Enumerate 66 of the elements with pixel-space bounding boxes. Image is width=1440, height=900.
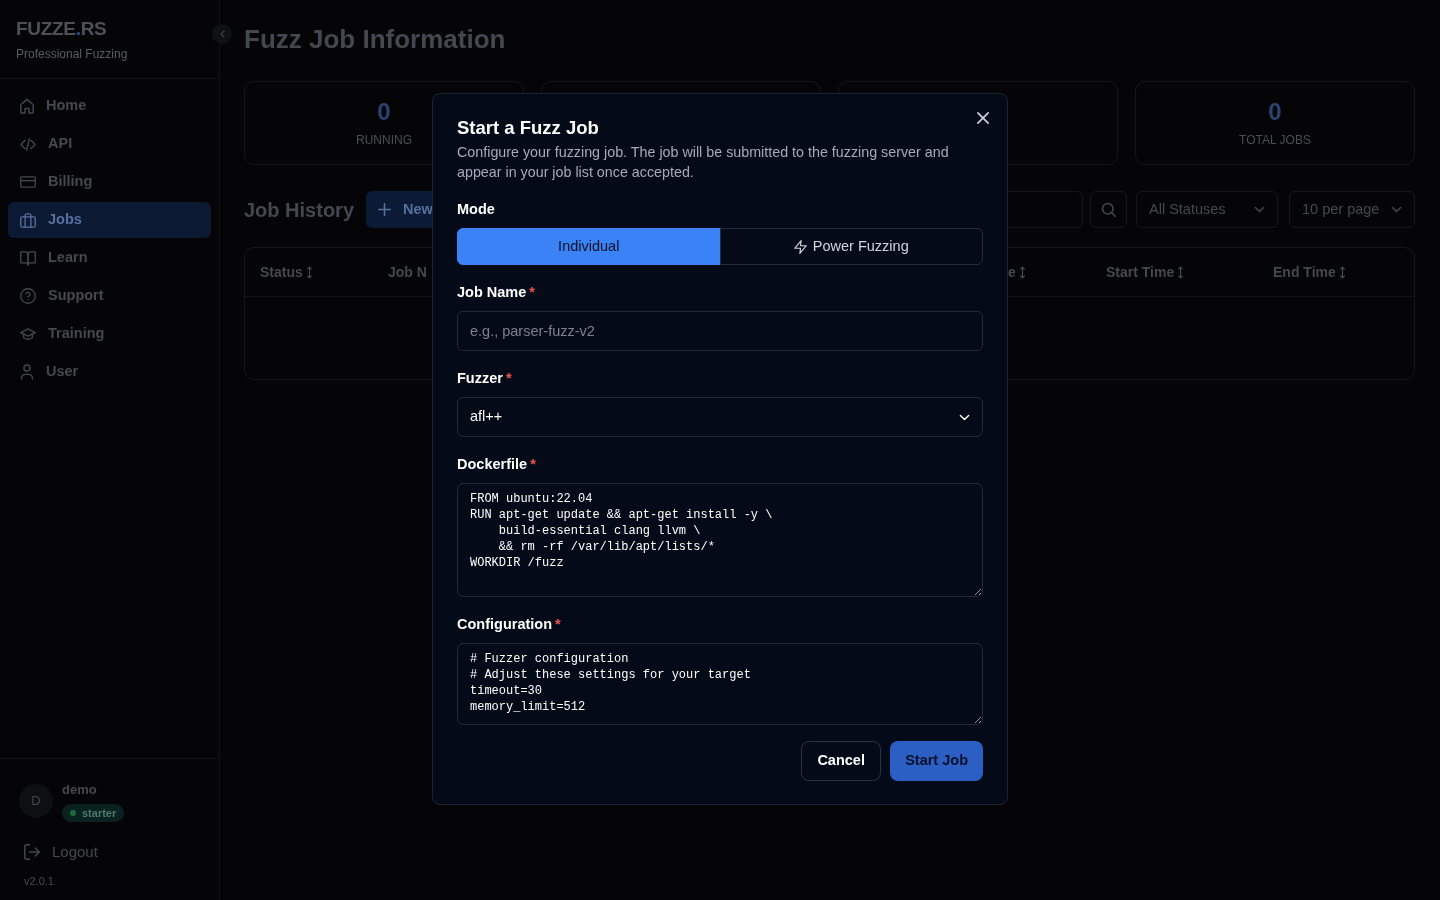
column-header[interactable]: Status: [260, 261, 313, 283]
stat-value: 0: [377, 98, 391, 126]
code-textarea[interactable]: FROM ubuntu:22.04 RUN apt-get update && apt-get install -y \ build-essential clang llvm \ && rm -rf /var/lib/apt/lists/* WORKDIR /fuzz: [457, 483, 983, 597]
nav-item[interactable]: API: [8, 126, 211, 162]
code-textarea[interactable]: # Fuzzer configuration # Adjust these settings for your target timeout=30 memory_limit=512: [457, 643, 983, 725]
user-icon: [20, 364, 34, 380]
field-label: Job Name *: [457, 283, 535, 302]
status-dot-icon: [70, 810, 76, 816]
page-title: Fuzz Job Information: [244, 23, 506, 56]
select-field[interactable]: afl++: [457, 397, 983, 437]
user-name: demo: [62, 782, 97, 798]
nav-item[interactable]: Support: [8, 278, 211, 314]
column-header[interactable]: Job N: [388, 261, 427, 283]
nav-item[interactable]: Training: [8, 316, 211, 352]
collapse-sidebar-button[interactable]: [212, 24, 232, 44]
chevron-left-icon: [219, 30, 225, 38]
book-icon: [20, 250, 36, 266]
column-header[interactable]: Start Time: [1106, 261, 1185, 283]
field-label: Configuration *: [457, 615, 561, 634]
page-size-select[interactable]: 10 per page: [1289, 191, 1415, 228]
cancel-button[interactable]: Cancel: [801, 741, 882, 781]
dialog-title: Start a Fuzz Job: [457, 117, 600, 139]
mode-option[interactable]: Individual: [457, 228, 721, 265]
field-label: Dockerfile *: [457, 455, 536, 474]
stat-value: 0: [1268, 98, 1282, 126]
chevron-down-icon: [1391, 206, 1402, 213]
sort-icon: [1018, 265, 1026, 279]
nav-item[interactable]: Learn: [8, 240, 211, 276]
nav-item[interactable]: Jobs: [8, 202, 211, 238]
logout-link[interactable]: Logout: [24, 841, 98, 863]
close-button[interactable]: [977, 112, 989, 124]
version-label: v2.0.1: [24, 874, 54, 889]
chevron-down-icon: [1254, 206, 1265, 213]
logout-icon: [24, 844, 40, 860]
brand-logo: FUZZE.RS: [16, 18, 107, 40]
house-icon: [20, 98, 34, 114]
sort-icon: [305, 265, 313, 279]
nav-item[interactable]: Home: [8, 88, 211, 124]
chevron-down-icon: [959, 413, 970, 421]
column-header[interactable]: End Time: [1273, 261, 1346, 283]
search-icon: [1101, 202, 1116, 217]
column-header[interactable]: e: [1008, 261, 1026, 283]
graduation-cap-icon: [20, 328, 36, 340]
dialog-description: Configure your fuzzing job. The job will be submitted to the fuzzing server and appear in your job list once accepted.: [457, 143, 950, 182]
sort-icon: [1338, 265, 1346, 279]
help-circle-icon: [20, 288, 36, 304]
code-icon: [20, 137, 36, 151]
field-label: Fuzzer *: [457, 369, 512, 388]
status-filter-select[interactable]: All Statuses: [1136, 191, 1278, 228]
search-button[interactable]: [1090, 191, 1127, 228]
section-title: Job History: [244, 197, 355, 222]
user-avatar: D: [19, 783, 53, 818]
stat-label: TOTAL JOBS: [1239, 132, 1311, 148]
text-input[interactable]: e.g., parser-fuzz-v2: [457, 311, 983, 351]
stat-label: RUNNING: [356, 132, 412, 148]
lightning-icon: [793, 239, 807, 254]
plus-icon: [378, 203, 392, 216]
briefcase-icon: [20, 212, 36, 228]
tagline: Professional Fuzzing: [16, 46, 128, 62]
plan-badge: starter: [62, 804, 125, 822]
mode-option[interactable]: Power Fuzzing: [719, 228, 983, 265]
close-icon: [977, 112, 989, 124]
credit-card-icon: [20, 176, 36, 188]
nav-item[interactable]: User: [8, 354, 211, 390]
nav-item[interactable]: Billing: [8, 164, 211, 200]
sort-icon: [1177, 265, 1185, 279]
